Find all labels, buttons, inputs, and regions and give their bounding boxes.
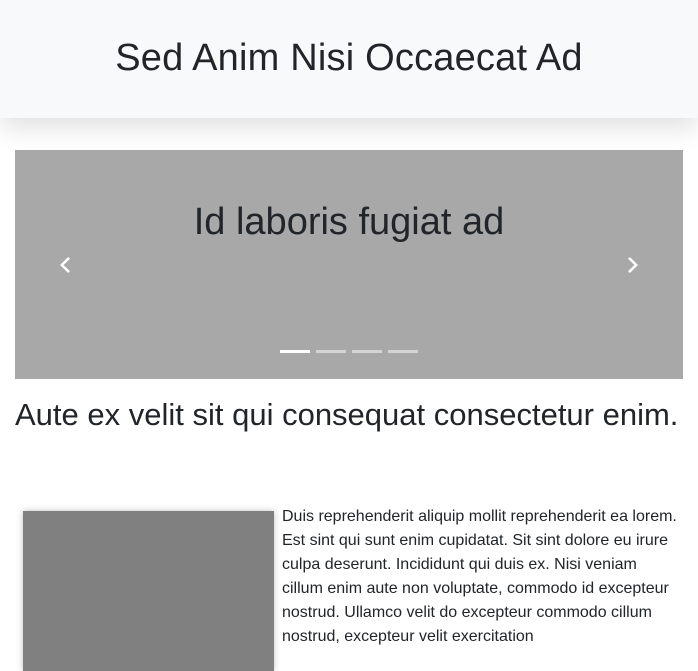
carousel-indicator-3[interactable] (352, 350, 382, 353)
chevron-right-icon (623, 255, 643, 275)
carousel-prev-button[interactable] (15, 150, 115, 379)
article-image (23, 511, 274, 671)
carousel-indicators (15, 350, 683, 353)
hero-carousel: Id laboris fugiat ad (15, 150, 683, 379)
carousel-indicator-4[interactable] (388, 350, 418, 353)
carousel-indicator-2[interactable] (316, 350, 346, 353)
site-title: Sed Anim Nisi Occaecat Ad (115, 37, 583, 79)
page-header: Sed Anim Nisi Occaecat Ad (0, 0, 698, 118)
section-heading: Aute ex velit sit qui consequat consecte… (15, 397, 679, 432)
carousel-next-button[interactable] (583, 150, 683, 379)
article-paragraph: Duis reprehenderit aliquip mollit repreh… (282, 508, 677, 645)
carousel-indicator-1[interactable] (280, 350, 310, 353)
chevron-left-icon (55, 255, 75, 275)
